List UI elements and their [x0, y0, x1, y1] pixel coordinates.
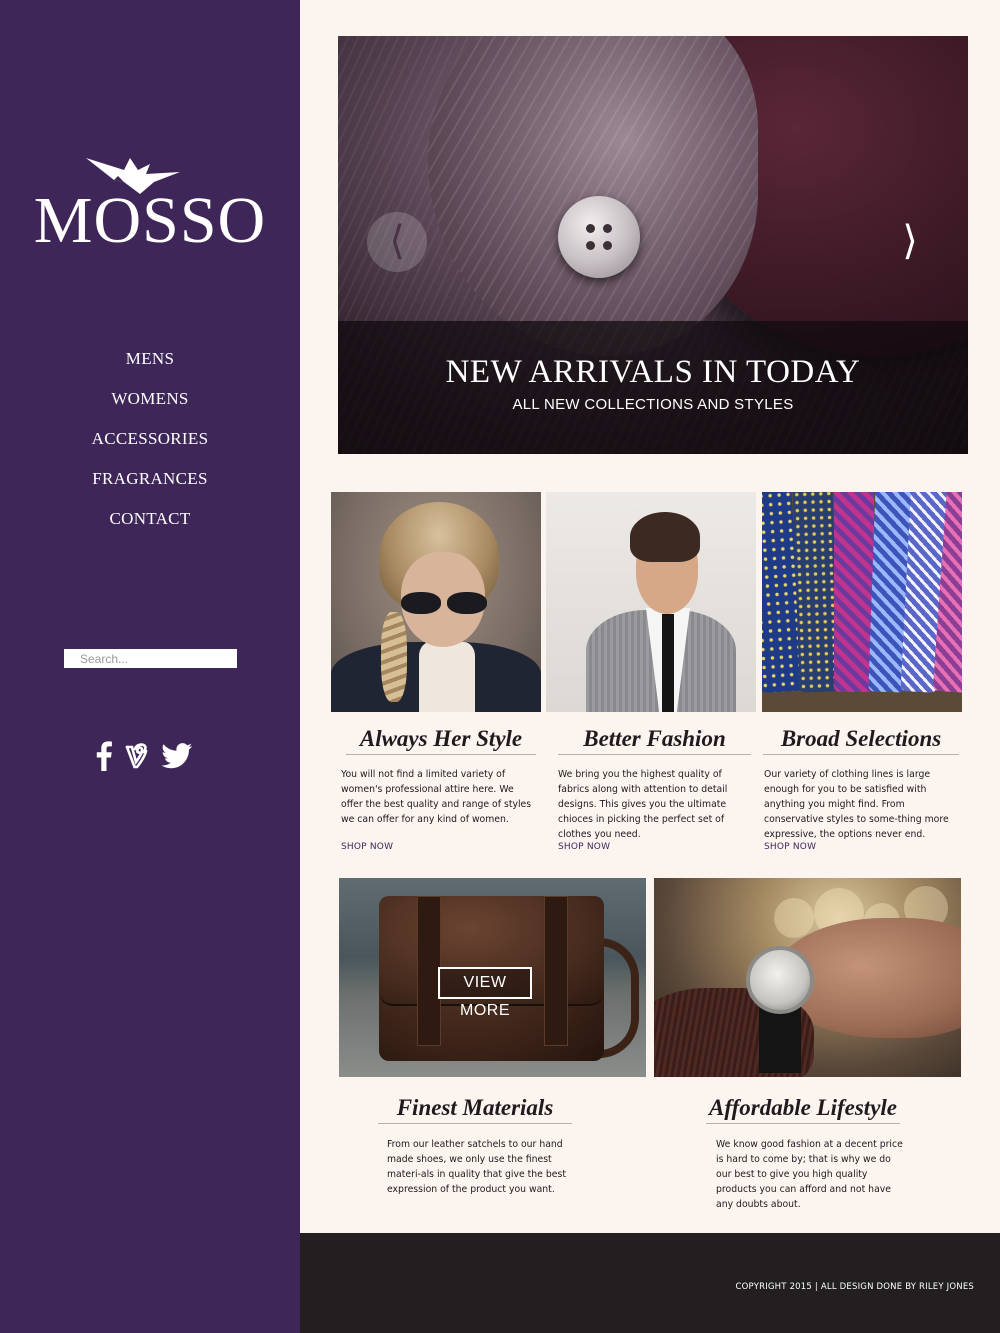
card-description: We bring you the highest quality of fabr…: [558, 769, 728, 840]
nav-link[interactable]: MENS: [126, 349, 174, 368]
card-description: Our variety of clothing lines is large e…: [764, 769, 949, 840]
view-more-button[interactable]: VIEW MORE: [438, 967, 532, 1019]
main-nav: MENS WOMENS ACCESSORIES FRAGRANCES CONTA…: [0, 346, 300, 546]
hero-slider[interactable]: ⟨ ⟩ NEW ARRIVALS IN TODAY ALL NEW COLLEC…: [338, 36, 968, 454]
nav-item-mens[interactable]: MENS: [0, 346, 300, 386]
search-input[interactable]: [64, 649, 237, 668]
hero-image-button: [558, 196, 640, 278]
hero-subtitle: ALL NEW COLLECTIONS AND STYLES: [512, 396, 794, 413]
facebook-icon[interactable]: [95, 740, 113, 776]
hero-title: NEW ARRIVALS IN TODAY: [445, 354, 861, 390]
feature-image-watch[interactable]: [654, 878, 961, 1077]
feature-title: Finest Materials: [378, 1095, 572, 1124]
nav-item-accessories[interactable]: ACCESSORIES: [0, 426, 300, 466]
nav-link[interactable]: WOMENS: [111, 389, 188, 408]
social-links: [95, 740, 205, 776]
sidebar: MOSSO MENS WOMENS ACCESSORIES FRAGRANCES…: [0, 0, 300, 1333]
feature-title: Affordable Lifestyle: [706, 1095, 900, 1124]
card-title: Broad Selections: [763, 726, 959, 755]
brand-logo[interactable]: MOSSO: [24, 150, 276, 260]
nav-link[interactable]: FRAGRANCES: [92, 469, 207, 488]
twitter-icon[interactable]: [161, 742, 193, 774]
slider-next-button[interactable]: ⟩: [880, 212, 940, 272]
footer: COPYRIGHT 2015 | ALL DESIGN DONE BY RILE…: [300, 1233, 1000, 1333]
card-image-man[interactable]: [546, 492, 756, 712]
slider-prev-button[interactable]: ⟨: [367, 212, 427, 272]
nav-item-womens[interactable]: WOMENS: [0, 386, 300, 426]
nav-item-fragrances[interactable]: FRAGRANCES: [0, 466, 300, 506]
shop-now-link[interactable]: SHOP NOW: [341, 842, 393, 852]
card-title: Better Fashion: [558, 726, 751, 755]
shop-now-link[interactable]: SHOP NOW: [764, 842, 816, 852]
copyright-text: COPYRIGHT 2015 | ALL DESIGN DONE BY RILE…: [735, 1282, 974, 1292]
nav-item-contact[interactable]: CONTACT: [0, 506, 300, 546]
card-image-woman[interactable]: [331, 492, 541, 712]
card-description: You will not find a limited variety of w…: [341, 769, 532, 825]
brand-name: MOSSO: [33, 184, 267, 257]
card-title: Always Her Style: [346, 726, 536, 755]
vine-icon[interactable]: [125, 742, 149, 774]
card-image-ties[interactable]: [762, 492, 962, 712]
nav-link[interactable]: ACCESSORIES: [92, 429, 209, 448]
shop-now-link[interactable]: SHOP NOW: [558, 842, 610, 852]
nav-link[interactable]: CONTACT: [109, 509, 190, 528]
feature-description: From our leather satchels to our hand ma…: [387, 1139, 566, 1195]
feature-description: We know good fashion at a decent price i…: [716, 1139, 903, 1210]
